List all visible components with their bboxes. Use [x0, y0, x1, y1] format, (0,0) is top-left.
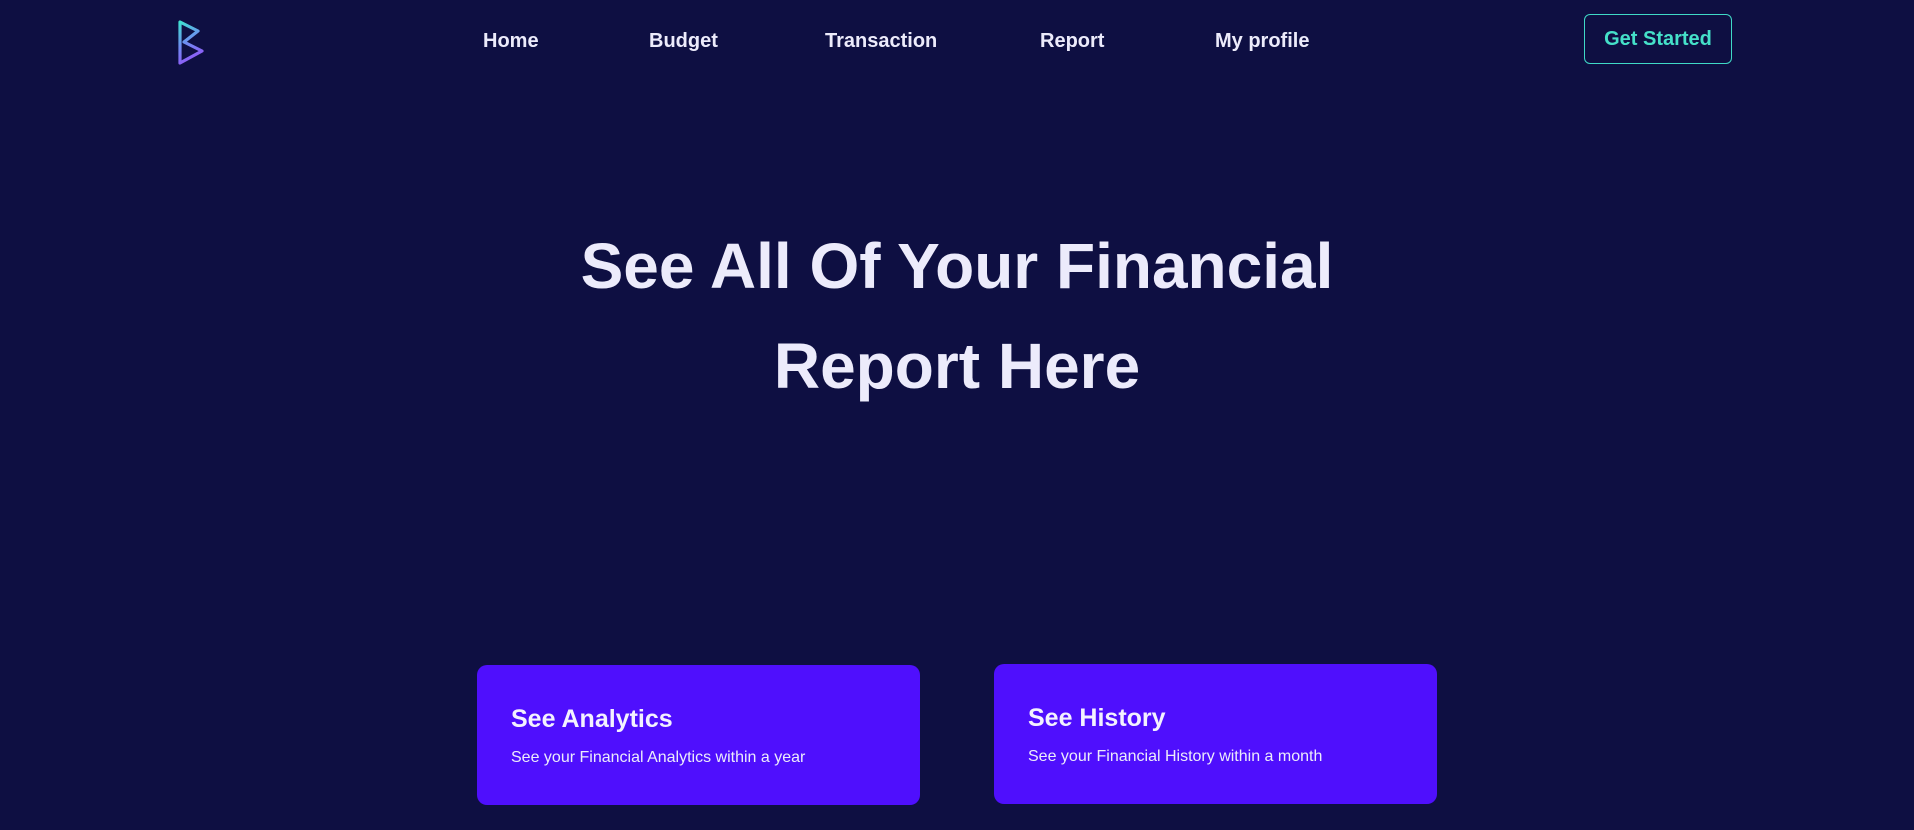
card-description: See your Financial Analytics within a ye… — [511, 749, 806, 766]
card-title: See Analytics — [511, 705, 673, 733]
nav-link-transaction[interactable]: Transaction — [825, 26, 937, 56]
nav-link-budget[interactable]: Budget — [649, 26, 718, 56]
see-analytics-card[interactable]: See Analytics See your Financial Analyti… — [477, 665, 920, 805]
get-started-button[interactable]: Get Started — [1584, 14, 1732, 64]
card-description: See your Financial History within a mont… — [1028, 748, 1323, 765]
nav-link-report[interactable]: Report — [1040, 26, 1104, 56]
see-history-card[interactable]: See History See your Financial History w… — [994, 664, 1437, 804]
hero-title-line-1: See All Of Your Financial — [580, 230, 1334, 302]
card-title: See History — [1028, 704, 1166, 732]
hero-title: See All Of Your Financial Report Here — [0, 216, 1914, 416]
navbar: Home Budget Transaction Report My profil… — [0, 0, 1914, 82]
nav-link-home[interactable]: Home — [483, 26, 539, 56]
hero-title-line-2: Report Here — [773, 330, 1141, 402]
nav-link-my-profile[interactable]: My profile — [1215, 26, 1309, 56]
